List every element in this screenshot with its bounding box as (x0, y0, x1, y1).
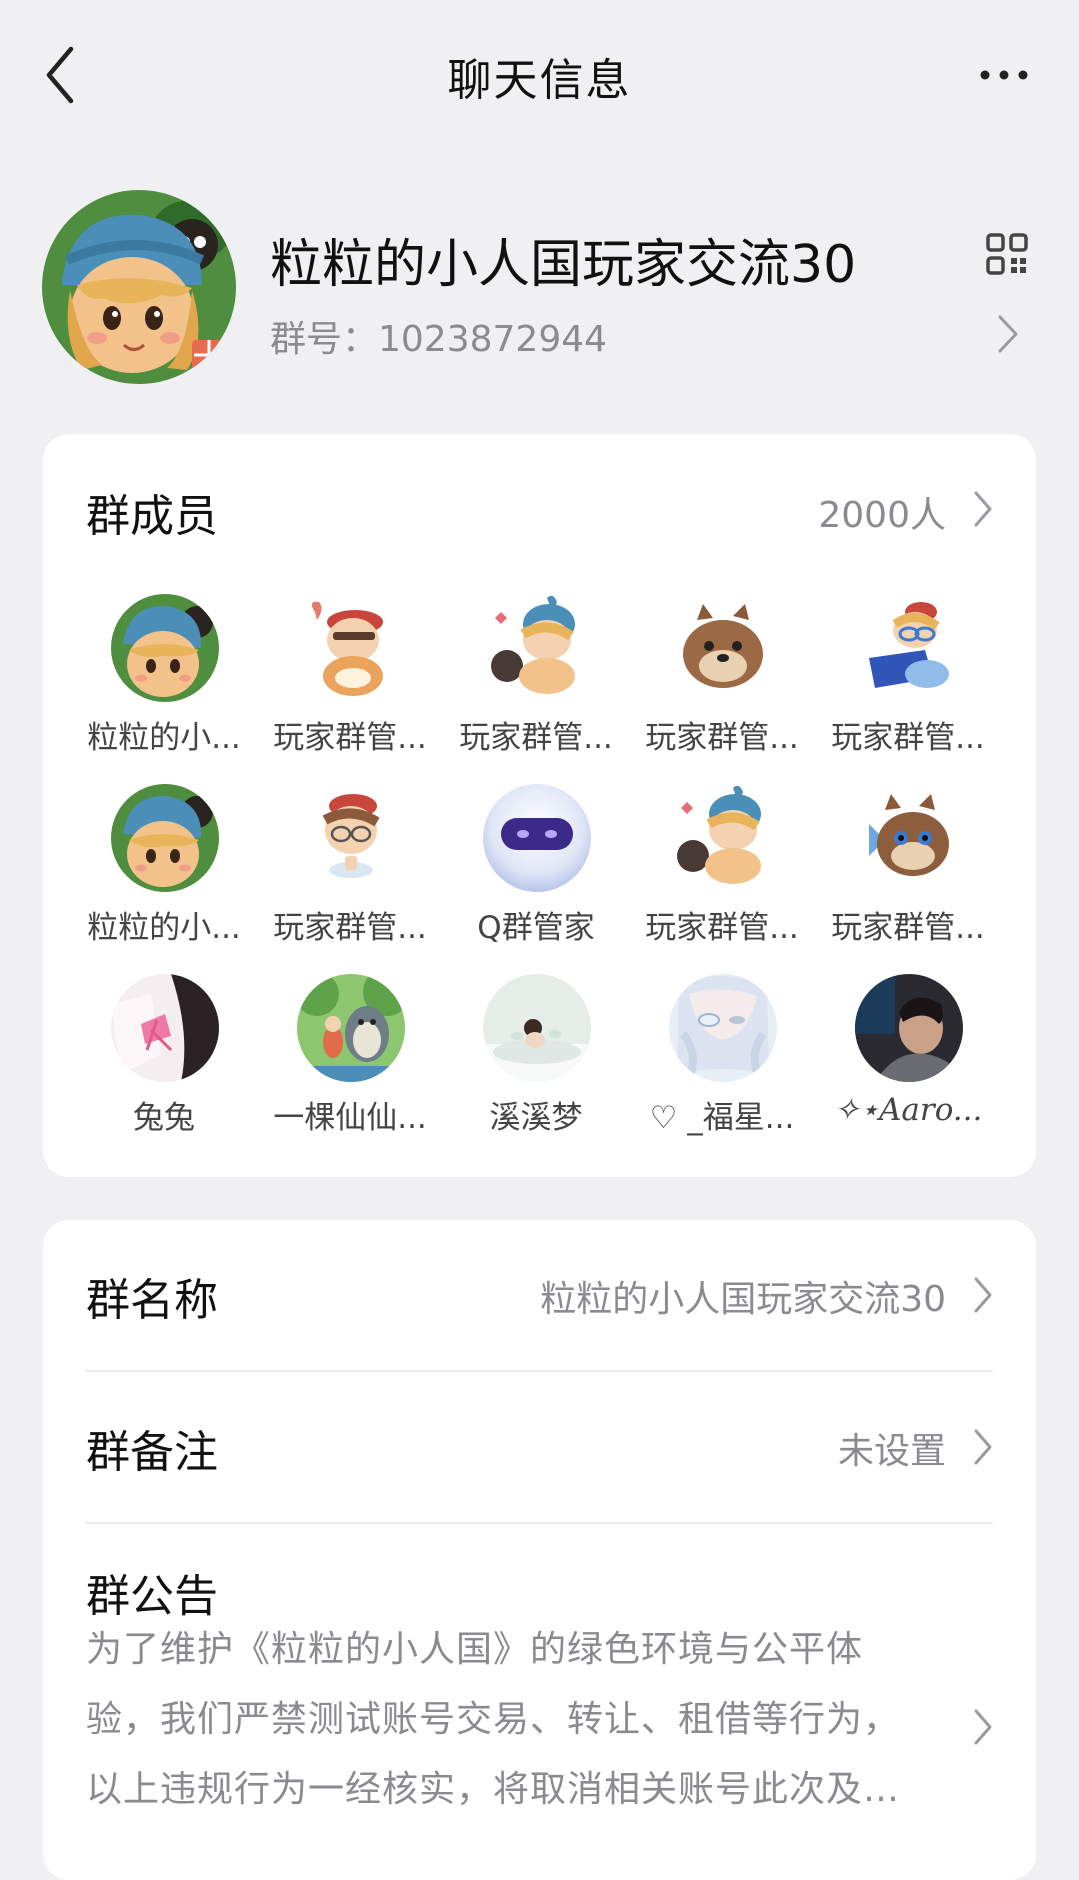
more-horizontal-icon (980, 70, 1028, 80)
group-avatar (42, 190, 236, 384)
group-remark-row[interactable]: 群备注 未设置 (43, 1372, 1036, 1522)
group-name-value: 粒粒的小人国玩家交流30 (540, 1279, 946, 1320)
member-item[interactable]: 玩家群管... (257, 594, 443, 784)
member-avatar (297, 594, 405, 702)
members-row[interactable]: 群成员 2000人 (43, 474, 1036, 544)
member-name: ✧⋆Aaro... (833, 1092, 983, 1128)
chevron-right-icon (974, 491, 992, 527)
top-bar: 聊天信息 (0, 0, 1079, 150)
group-remark-label: 群备注 (86, 1427, 218, 1478)
member-name: 一棵仙仙... (273, 1100, 427, 1136)
group-name-row[interactable]: 群名称 粒粒的小人国玩家交流30 (43, 1220, 1036, 1370)
member-avatar (483, 594, 591, 702)
member-item[interactable]: 玩家群管... (629, 784, 815, 974)
member-name: 玩家群管... (645, 910, 799, 946)
group-id: 群号：1023872944 (270, 319, 608, 360)
member-avatar (483, 974, 591, 1082)
member-avatar (297, 974, 405, 1082)
member-name: Q群管家 (477, 910, 595, 946)
group-name: 粒粒的小人国玩家交流30 (270, 235, 857, 295)
members-label: 群成员 (86, 491, 218, 542)
member-avatar (111, 594, 219, 702)
member-avatar (669, 784, 777, 892)
page-title: 聊天信息 (447, 55, 632, 106)
member-name: 兔兔 (133, 1100, 195, 1136)
member-avatar (855, 594, 963, 702)
member-item[interactable]: 玩家群管... (257, 784, 443, 974)
member-item[interactable]: Q群管家 (443, 784, 629, 974)
member-name: 玩家群管... (273, 720, 427, 756)
chevron-right-icon (998, 315, 1018, 353)
group-remark-value: 未设置 (837, 1431, 946, 1472)
member-name: 玩家群管... (459, 720, 613, 756)
member-item[interactable]: 玩家群管... (815, 784, 1001, 974)
member-avatar (111, 974, 219, 1082)
chevron-right-icon (974, 1709, 992, 1745)
members-card: 群成员 2000人 粒粒的小... 玩家群管... 玩家群管... 玩家群管..… (43, 434, 1036, 1177)
member-item[interactable]: 玩家群管... (443, 594, 629, 784)
member-name: 粒粒的小... (87, 910, 241, 946)
member-item[interactable]: 粒粒的小... (71, 594, 257, 784)
chevron-right-icon (974, 1429, 992, 1465)
settings-card: 群名称 粒粒的小人国玩家交流30 群备注 未设置 群公告 为了维护《粒粒的小人国… (43, 1220, 1036, 1880)
member-item[interactable]: 一棵仙仙... (257, 974, 443, 1164)
member-item[interactable]: ✧⋆Aaro... (815, 974, 1001, 1164)
member-avatar (483, 784, 591, 892)
member-avatar (855, 974, 963, 1082)
member-name: 玩家群管... (831, 910, 985, 946)
group-name-label: 群名称 (86, 1275, 218, 1326)
member-name: 玩家群管... (273, 910, 427, 946)
member-item[interactable]: 溪溪梦 (443, 974, 629, 1164)
member-name: 溪溪梦 (489, 1100, 583, 1136)
member-name: ♡ _福星... (649, 1100, 795, 1136)
member-item[interactable]: 玩家群管... (815, 594, 1001, 784)
group-notice-text: 为了维护《粒粒的小人国》的绿色环境与公平体验，我们严禁测试账号交易、转让、租借等… (86, 1629, 901, 1810)
members-count: 2000人 (818, 495, 946, 536)
member-item[interactable]: 粒粒的小... (71, 784, 257, 974)
group-profile-header[interactable]: 粒粒的小人国玩家交流30 群号：1023872944 (0, 190, 1079, 390)
member-item[interactable]: 兔兔 (71, 974, 257, 1164)
chevron-right-icon (974, 1277, 992, 1313)
member-name: 玩家群管... (831, 720, 985, 756)
member-item[interactable]: ♡ _福星... (629, 974, 815, 1164)
qr-code-icon[interactable] (985, 232, 1029, 276)
member-name: 玩家群管... (645, 720, 799, 756)
member-avatar (855, 784, 963, 892)
member-avatar (669, 594, 777, 702)
member-avatar (111, 784, 219, 892)
member-avatar (669, 974, 777, 1082)
member-item[interactable]: 玩家群管... (629, 594, 815, 784)
member-avatar (297, 784, 405, 892)
member-name: 粒粒的小... (87, 720, 241, 756)
more-button[interactable] (969, 50, 1039, 100)
